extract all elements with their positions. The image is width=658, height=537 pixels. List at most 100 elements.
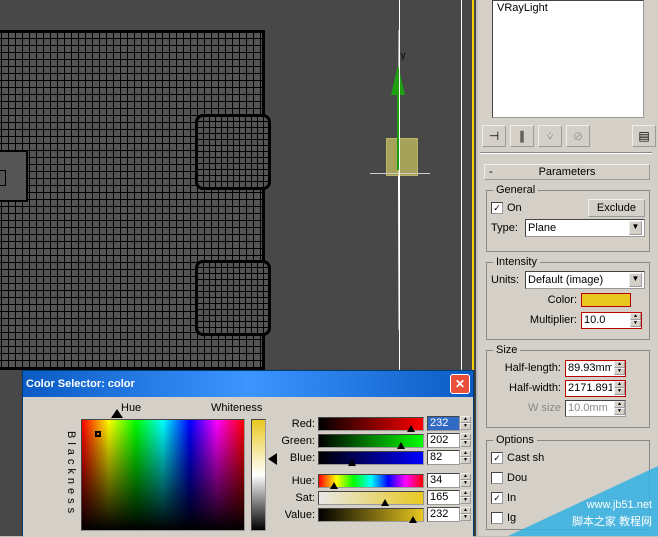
units-label: Units: xyxy=(491,274,525,286)
scene-edge-line xyxy=(399,0,400,370)
light-selection-box xyxy=(386,138,418,176)
w-size-spinner: ▲▼ xyxy=(565,400,626,417)
spinner-up-icon[interactable]: ▲ xyxy=(614,361,625,368)
selected-object-name: VRayLight xyxy=(493,1,643,15)
color-swatch[interactable] xyxy=(581,293,631,307)
hue-label: Hue: xyxy=(277,475,315,487)
half-width-spinner[interactable]: ▲▼ xyxy=(565,380,626,397)
parameters-rollout-header[interactable]: Parameters xyxy=(484,164,650,180)
slider-thumb-icon[interactable] xyxy=(348,459,356,466)
sat-slider[interactable] xyxy=(318,491,424,505)
hue-value[interactable]: 34 xyxy=(427,473,460,488)
value-value[interactable]: 232 xyxy=(427,507,460,522)
green-label: Green: xyxy=(277,435,315,447)
make-unique-button[interactable]: ⩒ xyxy=(538,125,562,147)
slider-thumb-icon[interactable] xyxy=(407,425,415,432)
rgb-hsv-panel: Red: 232 ▲▼ Green: 202 ▲▼ Blue: 82 ▲▼ Hu… xyxy=(277,415,471,523)
configure-modifier-button[interactable]: ▤ xyxy=(632,125,656,147)
chevron-down-icon: ▼ xyxy=(629,273,642,287)
blue-value[interactable]: 82 xyxy=(427,450,460,465)
spinner-up-icon[interactable]: ▲ xyxy=(460,450,471,457)
invisible-checkbox[interactable]: ✓ xyxy=(491,492,503,504)
sat-label: Sat: xyxy=(277,492,315,504)
w-size-input xyxy=(566,401,614,415)
cast-label: Cast sh xyxy=(507,452,544,464)
red-slider[interactable] xyxy=(318,417,424,431)
gizmo-cross xyxy=(370,173,430,174)
spinner-down-icon[interactable]: ▼ xyxy=(460,497,471,504)
command-panel: VRayLight ⊣ ∥ ⩒ ⊘ ▤ Parameters General ✓… xyxy=(478,0,658,536)
axis-label-y: y xyxy=(401,50,406,60)
scene-object-box-2 xyxy=(195,260,271,336)
size-title: Size xyxy=(493,344,520,356)
blue-label: Blue: xyxy=(277,452,315,464)
spinner-down-icon[interactable]: ▼ xyxy=(460,457,471,464)
double-sided-checkbox[interactable] xyxy=(491,472,503,484)
whiteness-bar[interactable] xyxy=(251,419,266,531)
whiteness-marker-icon[interactable] xyxy=(268,453,277,465)
size-group: Size Half-length: ▲▼ Half-width: ▲▼ W si… xyxy=(486,350,650,428)
scene-object-box-1 xyxy=(195,114,271,190)
pin-stack-button[interactable]: ⊣ xyxy=(482,125,506,147)
remove-modifier-button[interactable]: ⊘ xyxy=(566,125,590,147)
ignore-checkbox[interactable] xyxy=(491,512,503,524)
color-field-marker-icon[interactable] xyxy=(95,431,101,437)
general-group: General ✓ On Exclude Type: Plane ▼ xyxy=(486,190,650,252)
multiplier-input[interactable] xyxy=(582,313,630,327)
half-length-input[interactable] xyxy=(566,361,614,375)
whiteness-header-label: Whiteness xyxy=(211,402,262,414)
spinner-up-icon[interactable]: ▲ xyxy=(630,313,641,320)
spinner-up-icon[interactable]: ▲ xyxy=(460,490,471,497)
spinner-down-icon[interactable]: ▼ xyxy=(614,368,625,375)
value-slider[interactable] xyxy=(318,508,424,522)
intensity-group: Intensity Units: Default (image) ▼ Color… xyxy=(486,262,650,340)
exclude-button[interactable]: Exclude xyxy=(588,199,645,217)
units-dropdown[interactable]: Default (image) ▼ xyxy=(525,271,645,289)
dialog-title: Color Selector: color xyxy=(26,378,135,390)
scene-edge-line-2 xyxy=(461,0,462,370)
half-width-label: Half-width: xyxy=(491,382,561,394)
spinner-down-icon[interactable]: ▼ xyxy=(630,320,641,327)
half-width-input[interactable] xyxy=(566,381,614,395)
spinner-up-icon: ▲ xyxy=(614,401,625,408)
half-length-spinner[interactable]: ▲▼ xyxy=(565,360,626,377)
green-value[interactable]: 202 xyxy=(427,433,460,448)
spinner-down-icon[interactable]: ▼ xyxy=(460,423,471,430)
blue-slider[interactable] xyxy=(318,451,424,465)
spinner-up-icon[interactable]: ▲ xyxy=(460,507,471,514)
spinner-down-icon[interactable]: ▼ xyxy=(460,440,471,447)
cast-shadows-checkbox[interactable]: ✓ xyxy=(491,452,503,464)
spinner-down-icon[interactable]: ▼ xyxy=(460,514,471,521)
spinner-down-icon[interactable]: ▼ xyxy=(460,480,471,487)
spinner-down-icon[interactable]: ▼ xyxy=(614,388,625,395)
spinner-up-icon[interactable]: ▲ xyxy=(460,416,471,423)
dialog-titlebar[interactable]: Color Selector: color ✕ xyxy=(23,371,473,397)
spinner-up-icon[interactable]: ▲ xyxy=(614,381,625,388)
intensity-title: Intensity xyxy=(493,256,540,268)
slider-thumb-icon[interactable] xyxy=(381,499,389,506)
blackness-label: Blackness xyxy=(65,431,77,517)
close-button[interactable]: ✕ xyxy=(450,374,470,394)
type-dropdown[interactable]: Plane ▼ xyxy=(525,219,645,237)
options-title: Options xyxy=(493,434,537,446)
on-checkbox[interactable]: ✓ xyxy=(491,202,503,214)
w-size-label: W size xyxy=(491,402,561,414)
object-name-panel: VRayLight xyxy=(492,0,644,118)
multiplier-spinner[interactable]: ▲▼ xyxy=(581,312,642,329)
green-slider[interactable] xyxy=(318,434,424,448)
spinner-up-icon[interactable]: ▲ xyxy=(460,473,471,480)
half-length-label: Half-length: xyxy=(491,362,561,374)
show-end-result-button[interactable]: ∥ xyxy=(510,125,534,147)
spinner-up-icon[interactable]: ▲ xyxy=(460,433,471,440)
red-value[interactable]: 232 xyxy=(427,416,460,431)
color-selector-dialog: Color Selector: color ✕ Hue Whiteness Bl… xyxy=(22,370,474,536)
hue-slider[interactable] xyxy=(318,474,424,488)
light-gizmo[interactable]: y xyxy=(350,30,470,330)
slider-thumb-icon[interactable] xyxy=(409,516,417,523)
hue-header-label: Hue xyxy=(121,402,141,414)
slider-thumb-icon[interactable] xyxy=(330,482,338,489)
sat-value[interactable]: 165 xyxy=(427,490,460,505)
hue-whiteness-field[interactable] xyxy=(81,419,245,531)
red-label: Red: xyxy=(277,418,315,430)
slider-thumb-icon[interactable] xyxy=(397,442,405,449)
